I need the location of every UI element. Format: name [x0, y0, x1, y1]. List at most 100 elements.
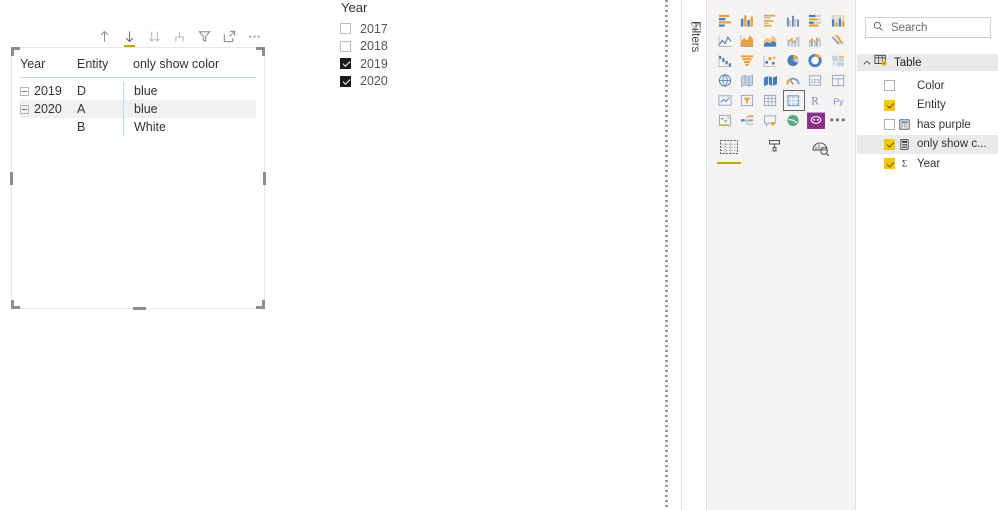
field-item-year[interactable]: Σ Year	[857, 154, 998, 174]
more-visuals-icon[interactable]: •••	[827, 110, 850, 130]
field-checkbox[interactable]	[884, 158, 895, 170]
100-stacked-bar-chart-icon[interactable]	[804, 10, 827, 30]
analytics-tab-icon[interactable]	[810, 138, 832, 160]
resize-handle-top-right-v[interactable]	[262, 47, 265, 56]
slicer-checkbox[interactable]	[340, 23, 351, 35]
visual-pane-tabs[interactable]	[717, 135, 848, 164]
visualization-gallery[interactable]: 123 R Py •••	[714, 10, 850, 130]
search-input[interactable]: Search	[865, 17, 991, 38]
field-item-has-purple[interactable]: has purple	[857, 115, 998, 135]
slicer-icon[interactable]	[737, 90, 760, 110]
area-chart-icon[interactable]	[737, 30, 760, 50]
100-stacked-column-chart-icon[interactable]	[827, 10, 850, 30]
slicer-checkbox[interactable]	[340, 58, 351, 70]
matrix-icon[interactable]	[782, 90, 805, 111]
drill-up-icon[interactable]	[97, 29, 112, 44]
matrix-visual[interactable]: Year Entity only show color 2019 D blue	[10, 30, 266, 310]
expand-all-icon[interactable]	[147, 29, 162, 44]
resize-handle-middle-right[interactable]	[263, 172, 266, 185]
slicer-item-2019[interactable]: 2019	[340, 55, 460, 73]
fields-tab-icon[interactable]	[717, 138, 741, 164]
multi-row-card-icon[interactable]	[827, 70, 850, 90]
matrix-visual-container[interactable]: Year Entity only show color 2019 D blue	[10, 47, 266, 310]
table-row[interactable]: 2020 A blue	[20, 100, 256, 118]
slicer-item-2018[interactable]: 2018	[340, 38, 460, 56]
stacked-bar-chart-icon[interactable]	[714, 10, 737, 30]
q-and-a-icon[interactable]	[759, 110, 782, 130]
card-icon[interactable]: 123	[804, 70, 827, 90]
gauge-icon[interactable]	[782, 70, 805, 90]
svg-text:Σ: Σ	[902, 160, 907, 169]
stacked-area-chart-icon[interactable]	[759, 30, 782, 50]
scatter-chart-icon[interactable]	[759, 50, 782, 70]
resize-handle-bottom-left-v[interactable]	[11, 300, 14, 309]
stacked-column-chart-icon[interactable]	[737, 10, 760, 30]
resize-handle-bottom-right-v[interactable]	[262, 300, 265, 309]
format-tab-icon[interactable]	[764, 138, 786, 160]
table-icon[interactable]	[759, 90, 782, 110]
column-header-entity[interactable]: Entity	[77, 57, 123, 71]
custom-visual-icon[interactable]	[804, 110, 827, 130]
slicer-checkbox[interactable]	[340, 40, 351, 52]
hierarchy-next-level-icon[interactable]	[172, 29, 187, 44]
chevron-up-icon[interactable]	[860, 58, 874, 68]
column-header-measure[interactable]: only show color	[123, 57, 256, 71]
slicer-item-label: 2018	[360, 39, 388, 54]
table-row[interactable]: 2019 D blue	[20, 82, 256, 100]
slicer-item-2017[interactable]: 2017	[340, 20, 460, 38]
more-options-icon[interactable]	[247, 29, 262, 44]
arcgis-map-icon[interactable]	[782, 110, 805, 130]
key-influencers-icon[interactable]	[714, 110, 737, 130]
resize-handle-middle-left[interactable]	[10, 172, 13, 185]
filters-pane-label: Filters	[689, 21, 701, 53]
field-checkbox[interactable]	[884, 80, 895, 92]
decomposition-tree-icon[interactable]	[737, 110, 760, 130]
drill-down-icon[interactable]	[122, 29, 137, 47]
map-icon[interactable]	[714, 70, 737, 90]
field-item-color[interactable]: Color	[857, 76, 998, 96]
kpi-icon[interactable]	[714, 90, 737, 110]
table-row[interactable]: B White	[20, 118, 256, 136]
line-chart-icon[interactable]	[714, 30, 737, 50]
field-checkbox[interactable]	[884, 119, 895, 131]
ribbon-chart-icon[interactable]	[827, 30, 850, 50]
field-checkbox[interactable]	[884, 138, 895, 150]
fields-tab-active-underline	[717, 161, 741, 164]
clustered-bar-chart-icon[interactable]	[759, 10, 782, 30]
line-clustered-column-chart-icon[interactable]	[804, 30, 827, 50]
column-header-year[interactable]: Year	[20, 57, 77, 71]
visual-header-toolbar[interactable]	[97, 27, 265, 47]
filled-map-icon[interactable]	[737, 70, 760, 90]
r-script-visual-icon[interactable]: R	[804, 90, 827, 110]
resize-handle-top-left-v[interactable]	[11, 47, 14, 56]
funnel-chart-icon[interactable]	[737, 50, 760, 70]
focus-mode-icon[interactable]	[222, 29, 237, 44]
treemap-icon[interactable]	[827, 50, 850, 70]
row-year-cell[interactable]: 2020	[20, 102, 77, 116]
field-item-entity[interactable]: Entity	[857, 96, 998, 116]
slicer-item-label: 2019	[360, 56, 388, 71]
clustered-column-chart-icon[interactable]	[782, 10, 805, 30]
donut-chart-icon[interactable]	[804, 50, 827, 70]
resize-handle-bottom-center[interactable]	[133, 307, 146, 310]
field-checkbox[interactable]	[884, 99, 895, 111]
row-measure-value: White	[123, 118, 256, 136]
slicer-item-2020[interactable]: 2020	[340, 73, 460, 91]
field-item-only-show-color[interactable]: only show c...	[857, 134, 998, 154]
year-slicer-visual[interactable]: Year 2017 2018 2019 2020	[340, 0, 460, 90]
filters-pane-collapsed[interactable]: Filters	[681, 0, 707, 510]
field-label: Year	[917, 157, 941, 170]
row-year-cell[interactable]: 2019	[20, 84, 77, 98]
python-visual-icon[interactable]: Py	[827, 90, 850, 110]
waterfall-chart-icon[interactable]	[714, 50, 737, 70]
line-stacked-column-chart-icon[interactable]	[782, 30, 805, 50]
report-canvas[interactable]: Year Entity only show color 2019 D blue	[0, 0, 665, 510]
pie-chart-icon[interactable]	[782, 50, 805, 70]
slicer-checkbox[interactable]	[340, 75, 351, 87]
filter-icon[interactable]	[197, 29, 212, 44]
fields-pane: Search Table Color Entity has purple onl…	[857, 0, 998, 510]
row-expander-icon[interactable]	[20, 86, 29, 96]
row-expander-icon[interactable]	[20, 104, 29, 114]
fields-table-node[interactable]: Table	[857, 54, 998, 71]
shape-map-icon[interactable]	[759, 70, 782, 90]
